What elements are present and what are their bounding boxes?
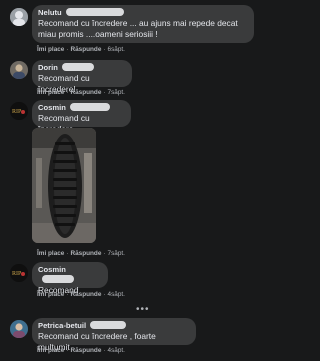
timestamp[interactable]: 4săpt. bbox=[108, 347, 125, 354]
commenter-name[interactable]: Cosmin bbox=[38, 103, 66, 112]
comment-bubble: Petrica-betuil Recomand cu încredere , f… bbox=[32, 318, 196, 352]
avatar-photo-icon: RIP bbox=[10, 264, 28, 282]
redacted-name bbox=[61, 63, 94, 71]
commenter-name[interactable]: Dorin bbox=[38, 63, 58, 72]
reply-link[interactable]: Răspunde bbox=[71, 250, 102, 257]
like-link[interactable]: Îmi place bbox=[37, 46, 64, 53]
more-replies-button[interactable]: ••• bbox=[136, 304, 150, 315]
comment-bubble: Nelutu Recomand cu încredere ... au ajun… bbox=[32, 5, 254, 43]
like-link[interactable]: Îmi place bbox=[37, 347, 64, 354]
comment-actions: Îmi place · Răspunde · 6săpt. bbox=[37, 46, 125, 53]
reply-link[interactable]: Răspunde bbox=[71, 347, 102, 354]
redacted-name bbox=[65, 8, 124, 16]
reply-link[interactable]: Răspunde bbox=[71, 46, 102, 53]
commenter-name[interactable]: Petrica-betuil bbox=[38, 321, 86, 330]
redacted-name bbox=[42, 275, 74, 283]
redacted-name bbox=[90, 321, 127, 329]
comment-actions: Îmi place · Răspunde · 4săpt. bbox=[37, 291, 125, 298]
avatar-photo-icon bbox=[10, 61, 28, 79]
like-link[interactable]: Îmi place bbox=[37, 250, 64, 257]
avatar[interactable]: RIP bbox=[10, 264, 28, 282]
avatar-photo-icon bbox=[10, 320, 28, 338]
reply-link[interactable]: Răspunde bbox=[71, 291, 102, 298]
comment-actions: Îmi place · Răspunde · 7săpt. bbox=[37, 250, 125, 257]
tire-photo-icon bbox=[32, 128, 96, 243]
timestamp[interactable]: 7săpt. bbox=[108, 89, 125, 96]
comment-text: Recomand cu încredere ... au ajuns mai r… bbox=[38, 18, 238, 28]
timestamp[interactable]: 6săpt. bbox=[108, 46, 125, 53]
comment-actions: Îmi place · Răspunde · 4săpt. bbox=[37, 347, 125, 354]
commenter-name[interactable]: Cosmin bbox=[38, 265, 66, 274]
avatar[interactable] bbox=[10, 61, 28, 79]
avatar-photo-icon: RIP bbox=[10, 102, 28, 120]
like-link[interactable]: Îmi place bbox=[37, 89, 64, 96]
avatar[interactable] bbox=[10, 320, 28, 338]
reply-link[interactable]: Răspunde bbox=[71, 89, 102, 96]
attached-photo[interactable] bbox=[32, 128, 96, 243]
commenter-name[interactable]: Nelutu bbox=[38, 8, 62, 17]
timestamp[interactable]: 7săpt. bbox=[108, 250, 125, 257]
redacted-name bbox=[69, 103, 110, 111]
comment-bubble: Dorin Recomand cu încredere! bbox=[32, 60, 132, 94]
avatar-logo-text: RIP bbox=[12, 271, 22, 277]
like-link[interactable]: Îmi place bbox=[37, 291, 64, 298]
avatar-photo-icon bbox=[10, 8, 28, 26]
comment-bubble: Cosmin Recomand bbox=[32, 262, 108, 295]
avatar[interactable]: RIP bbox=[10, 102, 28, 120]
timestamp[interactable]: 4săpt. bbox=[108, 291, 125, 298]
comment-bubble: Cosmin Recomand cu încredere bbox=[32, 100, 131, 134]
avatar-logo-text: RIP bbox=[12, 109, 22, 115]
comment-actions: Îmi place · Răspunde · 7săpt. bbox=[37, 89, 125, 96]
avatar[interactable] bbox=[10, 8, 28, 26]
comment-text: miau promis ....oameni seriosiii ! bbox=[38, 29, 158, 39]
